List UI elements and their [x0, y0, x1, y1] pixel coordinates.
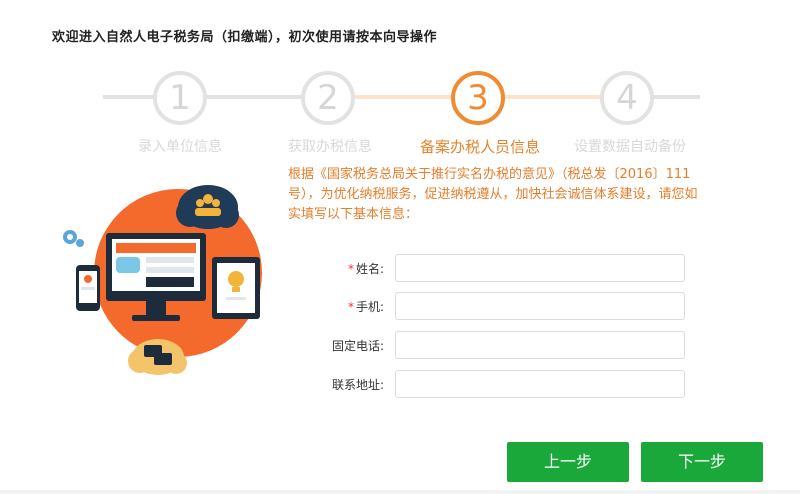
required-mark: * — [347, 300, 354, 314]
step-4-circle: 4 — [600, 71, 654, 125]
name-label: * 姓名: — [347, 262, 384, 276]
phone-field[interactable] — [395, 292, 685, 320]
previous-step-button[interactable]: 上一步 — [507, 442, 629, 482]
step-2-label: 获取办税信息 — [288, 139, 372, 155]
phone-label: * 手机: — [347, 300, 384, 314]
bottom-divider — [0, 490, 800, 494]
step-connector — [103, 95, 155, 99]
devices-illustration — [63, 185, 262, 375]
step-connector — [203, 95, 303, 99]
form-row-tel: 固定电话: — [300, 331, 690, 359]
step-connector — [650, 95, 700, 99]
form-row-name: * 姓名: — [300, 254, 690, 282]
step-3-label: 备案办税人员信息 — [419, 138, 540, 156]
tel-label: 固定电话: — [331, 339, 384, 353]
gear-icon — [63, 230, 84, 247]
step-1-label: 录入单位信息 — [138, 139, 222, 155]
address-label: 联系地址: — [331, 378, 384, 392]
step-2-circle: 2 — [301, 71, 355, 125]
step-1-circle: 1 — [153, 71, 207, 125]
step-4-label: 设置数据自动备份 — [574, 139, 686, 155]
next-step-button[interactable]: 下一步 — [641, 442, 763, 482]
real-name-notice: 根据《国家税务总局关于推行实名办税的意见》（税总发〔2016〕111号），为优化… — [288, 167, 698, 222]
wizard-steps: 1 2 3 4 录入单位信息 获取办税信息 备案办税人员信息 设置数据自动备份 — [0, 66, 800, 156]
step-connector — [500, 95, 604, 99]
step-connector — [350, 95, 453, 99]
phone-icon — [76, 265, 100, 311]
address-field[interactable] — [395, 370, 685, 398]
step-3-circle: 3 — [451, 71, 505, 125]
name-field[interactable] — [395, 254, 685, 282]
required-mark: * — [347, 262, 354, 276]
form-row-phone: * 手机: — [300, 292, 690, 320]
landline-field[interactable] — [395, 331, 685, 359]
page-title: 欢迎进入自然人电子税务局（扣缴端），初次使用请按本向导操作 — [52, 30, 438, 45]
form-row-address: 联系地址: — [300, 370, 690, 398]
